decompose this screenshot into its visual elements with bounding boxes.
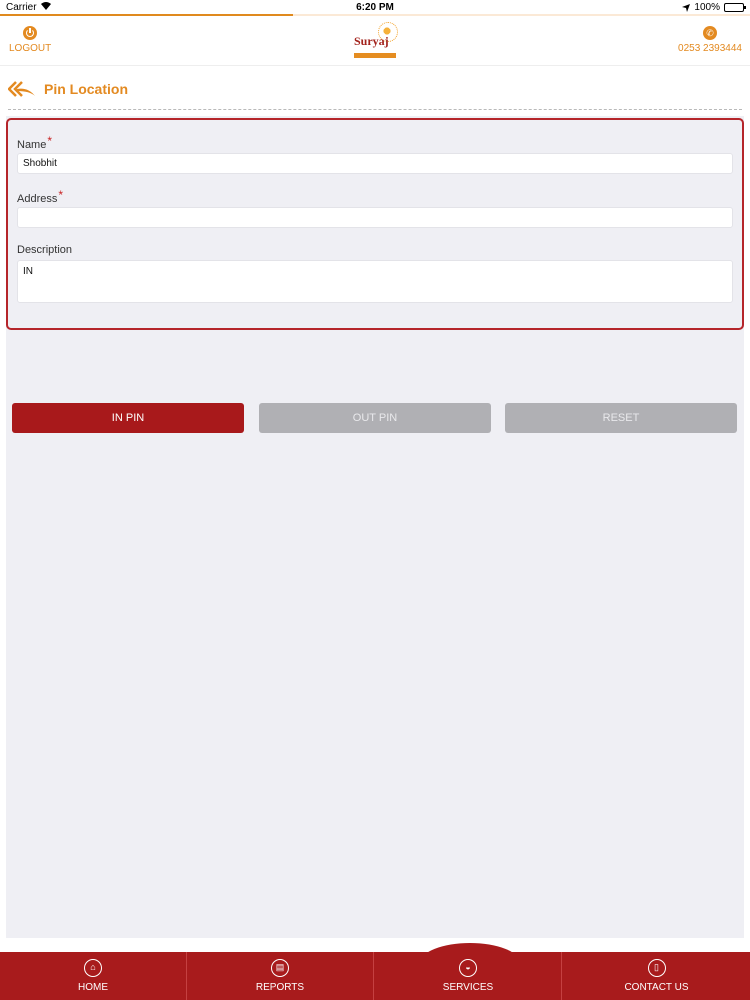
reset-button[interactable]: RESET	[505, 403, 737, 433]
phone-number: 0253 2393444	[678, 43, 742, 54]
address-field[interactable]	[17, 207, 733, 228]
location-arrow-icon	[682, 3, 691, 12]
tab-home[interactable]: ⌂ HOME	[0, 952, 187, 1000]
tab-services[interactable]: ◒ SERVICES	[375, 952, 562, 1000]
address-label: Address*	[17, 188, 64, 205]
power-icon	[23, 26, 37, 40]
page-title-row: Pin Location	[8, 78, 128, 100]
app-header: LOGOUT Suryaj ✆ 0253 2393444	[0, 16, 750, 66]
app-logo: Suryaj	[352, 22, 398, 60]
logout-button[interactable]: LOGOUT	[9, 26, 51, 54]
description-label: Description	[17, 244, 73, 256]
tab-bar: ⌂ HOME ▤ REPORTS ◒ SERVICES ▯ CONTACT US	[0, 952, 750, 1000]
reports-icon: ▤	[271, 959, 289, 977]
home-icon: ⌂	[84, 959, 102, 977]
battery-icon	[724, 3, 746, 12]
main-content: Name* Address* Description IN IN PIN OUT…	[6, 116, 744, 938]
tab-label: SERVICES	[442, 982, 494, 993]
required-mark: *	[58, 188, 64, 202]
tab-label: CONTACT US	[624, 982, 689, 993]
name-label: Name*	[17, 134, 53, 151]
pin-form: Name* Address* Description IN	[6, 118, 744, 330]
logo-text: Suryaj	[354, 34, 389, 48]
tab-label: HOME	[78, 982, 108, 993]
required-mark: *	[47, 134, 53, 148]
name-field[interactable]	[17, 153, 733, 174]
description-field[interactable]: IN	[17, 260, 733, 303]
back-arrow-icon[interactable]	[8, 80, 36, 98]
logo-bar	[354, 53, 396, 58]
in-pin-button[interactable]: IN PIN	[12, 403, 244, 433]
status-right: 100%	[682, 2, 746, 13]
contact-icon: ▯	[647, 959, 666, 977]
tab-reports[interactable]: ▤ REPORTS	[187, 952, 374, 1000]
logout-label: LOGOUT	[9, 43, 52, 54]
phone-icon: ✆	[703, 26, 718, 40]
battery-percent: 100%	[694, 2, 720, 13]
out-pin-button[interactable]: OUT PIN	[259, 403, 491, 433]
phone-button[interactable]: ✆ 0253 2393444	[678, 26, 742, 54]
services-icon: ◒	[459, 959, 477, 977]
bottom-spacer	[0, 938, 750, 952]
tab-contact-us[interactable]: ▯ CONTACT US	[563, 952, 750, 1000]
divider	[8, 109, 742, 110]
action-buttons: IN PIN OUT PIN RESET	[12, 403, 738, 433]
tab-label: REPORTS	[255, 982, 305, 993]
page-title: Pin Location	[44, 81, 128, 97]
status-time: 6:20 PM	[356, 2, 394, 13]
